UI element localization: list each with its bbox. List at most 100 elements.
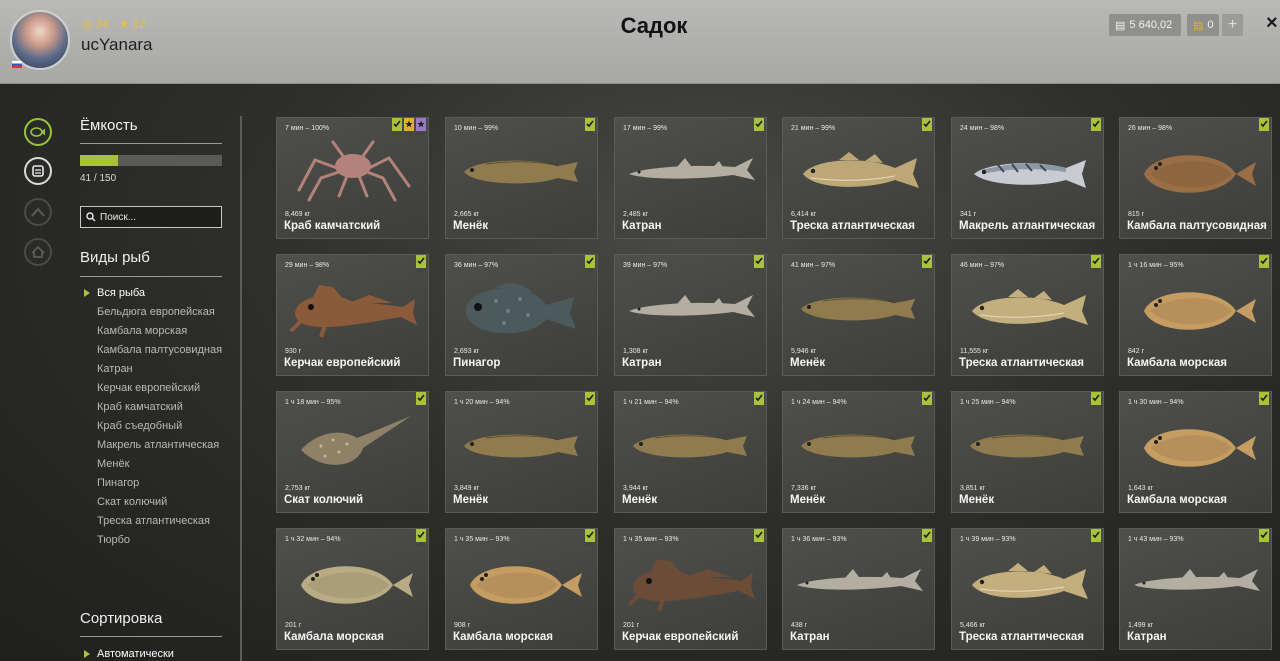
catch-weight: 842 г — [1128, 348, 1145, 355]
catch-time: 1 ч 30 мин – 94% — [1128, 399, 1184, 406]
species-filter-item[interactable]: Катран — [84, 363, 224, 375]
species-filter-item[interactable]: Камбала палтусовидная — [84, 344, 224, 356]
checkmark-badge-icon — [922, 118, 932, 135]
checkmark-badge-icon — [1091, 118, 1101, 135]
coin-stack-icon: ▤ — [1115, 19, 1126, 32]
catch-time: 24 мин – 98% — [960, 125, 1005, 132]
catch-time: 1 ч 35 мин – 93% — [623, 536, 679, 543]
catch-species-name: Керчак европейский — [622, 631, 739, 643]
close-button[interactable]: × — [1266, 12, 1278, 35]
search-icon — [86, 212, 96, 222]
catch-weight: 908 г — [454, 622, 471, 629]
sort-heading: Сортировка — [80, 610, 163, 627]
russia-flag-icon — [12, 61, 22, 68]
catch-time: 1 ч 21 мин – 94% — [623, 399, 679, 406]
catch-weight: 2,693 кг — [454, 348, 480, 355]
catch-time: 21 мин – 99% — [791, 125, 836, 132]
species-heading: Виды рыб — [80, 249, 150, 266]
catch-species-name: Камбала морская — [1127, 357, 1227, 369]
species-filter-item[interactable]: Треска атлантическая — [84, 515, 224, 527]
species-filter-item[interactable]: Менёк — [84, 458, 224, 470]
species-filter-item[interactable]: Скат колючий — [84, 496, 224, 508]
divider — [80, 276, 222, 277]
catch-weight: 1,499 кг — [1128, 622, 1154, 629]
catch-card[interactable]: 41 мин – 97% 5,946 кг Менёк — [782, 254, 935, 376]
catch-species-name: Треска атлантическая — [959, 357, 1085, 369]
catch-card[interactable]: 10 мин – 99% 2,665 кг Менёк — [445, 117, 598, 239]
rare-badge-icon — [416, 118, 426, 135]
catch-time: 1 ч 39 мин – 93% — [960, 536, 1016, 543]
catch-time: 1 ч 32 мин – 94% — [285, 536, 341, 543]
checkmark-badge-icon — [1259, 392, 1269, 409]
catch-card[interactable]: 1 ч 16 мин – 95% 842 г Камбала морская — [1119, 254, 1272, 376]
catch-card[interactable]: 1 ч 43 мин – 93% 1,499 кг Катран — [1119, 528, 1272, 650]
catch-card[interactable]: 21 мин – 99% 6,414 кг Треска атлантическая — [782, 117, 935, 239]
checkmark-badge-icon — [1091, 392, 1101, 409]
catch-species-name: Камбала палтусовидная — [1127, 220, 1267, 232]
gold-coin-icon: ▤ — [1193, 19, 1204, 32]
catch-card[interactable]: 1 ч 32 мин – 94% 201 г Камбала морская — [276, 528, 429, 650]
catch-card[interactable]: 39 мин – 97% 1,308 кг Катран — [614, 254, 767, 376]
catch-weight: 930 г — [285, 348, 302, 355]
catch-weight: 3,849 кг — [454, 485, 480, 492]
catch-weight: 3,851 кг — [960, 485, 986, 492]
catch-time: 1 ч 35 мин – 93% — [454, 536, 510, 543]
catch-weight: 3,944 кг — [623, 485, 649, 492]
catch-species-name: Менёк — [790, 494, 826, 506]
page-title: Садок — [620, 13, 688, 38]
species-filter-item[interactable]: Пинагор — [84, 477, 224, 489]
catch-card[interactable]: 46 мин – 97% 11,555 кг Треска атлантическа… — [951, 254, 1104, 376]
keepnet-icon[interactable] — [24, 157, 52, 185]
catch-card[interactable]: 1 ч 21 мин – 94% 3,944 кг Менёк — [614, 391, 767, 513]
checkmark-badge-icon — [416, 392, 426, 409]
catch-card[interactable]: 1 ч 30 мин – 94% 1,643 кг Камбала морская — [1119, 391, 1272, 513]
add-currency-button[interactable]: + — [1222, 14, 1243, 36]
catch-card[interactable]: 17 мин – 99% 2,485 кг Катран — [614, 117, 767, 239]
catch-card[interactable]: 36 мин – 97% 2,693 кг Пинагор — [445, 254, 598, 376]
catch-time: 29 мин – 98% — [285, 262, 330, 269]
catch-card[interactable]: 1 ч 35 мин – 93% 908 г Камбала морская — [445, 528, 598, 650]
species-filter-item[interactable]: Макрель атлантическая — [84, 439, 224, 451]
catch-species-name: Пинагор — [453, 357, 501, 369]
sort-option-auto[interactable]: Автоматически — [84, 648, 174, 660]
catch-card[interactable]: 7 мин – 100% 8,469 кг Краб камчатский — [276, 117, 429, 239]
species-filter-item[interactable]: Камбала морская — [84, 325, 224, 337]
checkmark-badge-icon — [1091, 255, 1101, 272]
checkmark-badge-icon — [754, 255, 764, 272]
catch-card[interactable]: 24 мин – 98% 341 г Макрель атлантическая — [951, 117, 1104, 239]
catch-weight: 815 г — [1128, 211, 1145, 218]
catch-weight: 201 г — [623, 622, 640, 629]
capacity-count: 41 / 150 — [80, 173, 117, 184]
catch-card[interactable]: 1 ч 18 мин – 95% 2,753 кг Скат колючий — [276, 391, 429, 513]
species-filter-item[interactable]: Краб камчатский — [84, 401, 224, 413]
checkmark-badge-icon — [922, 529, 932, 546]
species-filter-item[interactable]: Краб съедобный — [84, 420, 224, 432]
fish-icon[interactable] — [24, 118, 52, 146]
checkmark-badge-icon — [1091, 529, 1101, 546]
catch-weight: 1,643 кг — [1128, 485, 1154, 492]
catch-species-name: Менёк — [453, 220, 489, 232]
catch-card[interactable]: 1 ч 24 мин – 94% 7,336 кг Менёк — [782, 391, 935, 513]
species-filter-item[interactable]: Бельдюга европейская — [84, 306, 224, 318]
catch-card[interactable]: 26 мин – 98% 815 г Камбала палтусовидная — [1119, 117, 1272, 239]
top-bar: ◎ 34 ★ 12 ucYanara Садок ▤ 5 640,02 ▤ 0 + … — [0, 0, 1280, 84]
catch-card[interactable]: 1 ч 39 мин – 93% 5,466 кг Треска атлантиче… — [951, 528, 1104, 650]
catch-time: 39 мин – 97% — [623, 262, 668, 269]
catch-species-name: Камбала морская — [453, 631, 553, 643]
species-filter-item[interactable]: Тюрбо — [84, 534, 224, 546]
catch-time: 1 ч 16 мин – 95% — [1128, 262, 1184, 269]
catch-weight: 5,946 кг — [791, 348, 817, 355]
catch-species-name: Керчак европейский — [284, 357, 401, 369]
catch-card[interactable]: 1 ч 36 мин – 93% 438 г Катран — [782, 528, 935, 650]
checkmark-badge-icon — [754, 529, 764, 546]
catch-card[interactable]: 1 ч 35 мин – 93% 201 г Керчак европейский — [614, 528, 767, 650]
species-filter-item[interactable]: Керчак европейский — [84, 382, 224, 394]
capacity-bar-fill — [80, 155, 119, 166]
species-filter-all[interactable]: Вся рыба — [84, 287, 224, 299]
catch-species-name: Камбала морская — [284, 631, 384, 643]
catch-card[interactable]: 1 ч 20 мин – 94% 3,849 кг Менёк — [445, 391, 598, 513]
catch-time: 1 ч 18 мин – 95% — [285, 399, 341, 406]
search-input[interactable]: Поиск... — [80, 206, 222, 228]
catch-card[interactable]: 29 мин – 98% 930 г Керчак европейский — [276, 254, 429, 376]
catch-card[interactable]: 1 ч 25 мин – 94% 3,851 кг Менёк — [951, 391, 1104, 513]
